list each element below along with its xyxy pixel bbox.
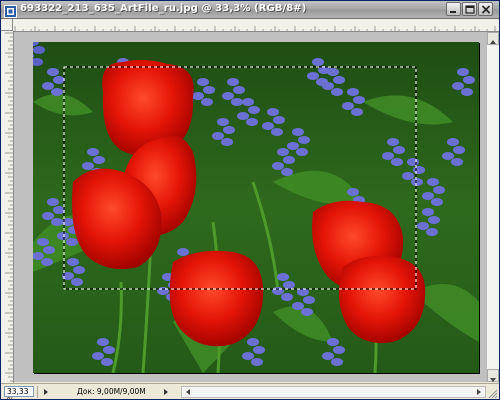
maximize-button[interactable] [462, 2, 477, 16]
vertical-ruler[interactable] [1, 31, 14, 383]
horizontal-scrollbar[interactable] [181, 386, 486, 398]
status-bar: 33,33 % Док: 9,00M/9,00M [1, 383, 499, 399]
status-menu-arrow-icon[interactable] [41, 387, 51, 397]
document-image[interactable] [33, 42, 479, 373]
horizontal-ruler[interactable] [13, 19, 499, 32]
canvas-area[interactable] [14, 32, 486, 382]
photoshop-app-icon [4, 3, 17, 18]
close-button[interactable] [478, 2, 493, 16]
tulip-photo [33, 42, 479, 373]
scroll-down-button[interactable] [487, 369, 499, 382]
arrow-right-icon[interactable] [474, 387, 484, 399]
vertical-scrollbar[interactable] [486, 32, 499, 382]
arrow-up-icon [488, 33, 498, 52]
minimize-button[interactable] [446, 2, 461, 16]
scroll-up-button[interactable] [487, 32, 499, 45]
status-divider [37, 386, 38, 398]
title-bar[interactable]: 693322_213_635_ArtFile_ru.jpg @ 33,3% (R… [1, 1, 499, 19]
ruler-origin[interactable] [1, 19, 13, 31]
status-info-arrow-icon[interactable] [161, 387, 171, 397]
zoom-level-field[interactable]: 33,33 % [4, 386, 34, 399]
document-size-info: Док: 9,00M/9,00M [77, 387, 146, 396]
document-window: 693322_213_635_ArtFile_ru.jpg @ 33,3% (R… [0, 0, 500, 400]
resize-grip-icon[interactable] [487, 388, 498, 399]
window-title: 693322_213_635_ArtFile_ru.jpg @ 33,3% (R… [20, 3, 307, 14]
arrow-left-icon[interactable] [183, 387, 193, 399]
